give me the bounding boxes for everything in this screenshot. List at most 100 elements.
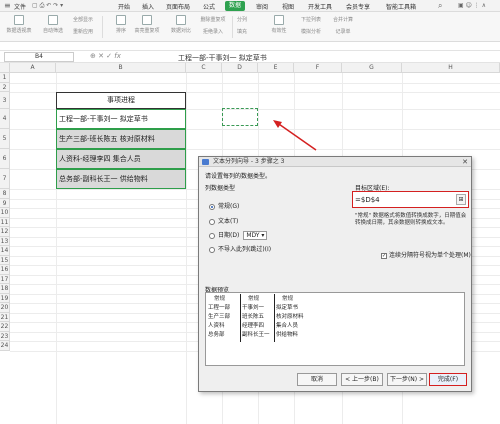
menu-icon[interactable]: ≡ (4, 1, 11, 10)
finish-button[interactable]: 完成(F) (429, 373, 467, 386)
column-type-group-label: 列数据类型 (205, 185, 236, 192)
column-header-e[interactable]: E (258, 63, 294, 73)
dropdown-list-button[interactable]: 下拉列表 (294, 14, 328, 23)
formula-content[interactable]: 工程一部-干事刘一 拟定草书 (178, 53, 267, 63)
row-header[interactable]: 13 (0, 236, 10, 246)
radio-skip-column[interactable]: 不导入此列(跳过)(I) (209, 244, 271, 253)
row-header[interactable]: 14 (0, 246, 10, 256)
row-header[interactable]: 22 (0, 322, 10, 332)
wizard-icon (202, 159, 209, 165)
fx-icon[interactable]: ⊕ ✕ ✓ fx (90, 52, 121, 60)
column-header-g[interactable]: G (342, 63, 402, 73)
radio-general[interactable]: 常规(G) (209, 201, 239, 210)
remove-duplicates-button[interactable]: 删除重复项 (196, 14, 230, 23)
row-header[interactable]: 7 (0, 169, 10, 189)
menu-smart-tools[interactable]: 智能工具箱 (386, 2, 416, 11)
next-button[interactable]: 下一步(N) > (387, 373, 427, 386)
menu-developer[interactable]: 开发工具 (308, 2, 332, 11)
file-menu[interactable]: 文件 (14, 2, 26, 11)
column-header-a[interactable]: A (10, 63, 56, 73)
row-header[interactable]: 5 (0, 129, 10, 149)
back-button[interactable]: < 上一步(B) (341, 373, 383, 386)
target-cell-d4[interactable] (222, 108, 258, 126)
row-header[interactable]: 8 (0, 189, 10, 199)
search-icon[interactable]: ⌕ (438, 1, 442, 11)
row-header[interactable]: 9 (0, 198, 10, 208)
column-header-h[interactable]: H (402, 63, 500, 73)
row-header[interactable]: 17 (0, 274, 10, 284)
highlight-duplicates-button[interactable]: 高亮重复项 (130, 15, 164, 34)
consolidate-button[interactable]: 合并计算 (326, 14, 360, 23)
window-controls-icon[interactable]: ▣ ☺ ⋮ ∧ (458, 2, 486, 9)
menu-view[interactable]: 视图 (282, 2, 294, 11)
data-cell-b4[interactable]: 工程一部-干事刘一 拟定草书 (56, 109, 186, 129)
row-header[interactable]: 16 (0, 265, 10, 275)
preview-header-1: 常规 (214, 296, 226, 302)
data-cell-b7[interactable]: 总务部-副科长王一 供给物料 (56, 169, 186, 189)
menu-data[interactable]: 数据 (225, 1, 246, 11)
preview-cell: 班长陈五 (242, 314, 265, 320)
radio-dot-icon[interactable] (209, 232, 215, 239)
what-if-button[interactable]: 模拟分析 (294, 26, 328, 35)
range-picker-icon[interactable]: ⊞ (456, 194, 466, 205)
row-header[interactable]: 20 (0, 303, 10, 313)
row-header[interactable]: 2 (0, 82, 10, 92)
target-area-input[interactable] (355, 194, 451, 205)
row-header[interactable]: 15 (0, 255, 10, 265)
consecutive-delimiter-checkbox[interactable]: ✓ 连续分隔符号视为单个处理(M) (381, 250, 471, 259)
row-header[interactable]: 10 (0, 208, 10, 218)
pivot-table-button[interactable]: 数据透视表 (2, 15, 36, 34)
preview-cell: 工程一部 (208, 305, 231, 311)
row-header[interactable]: 19 (0, 293, 10, 303)
auto-filter-button[interactable]: 自动筛选 (36, 15, 70, 34)
fill-button[interactable]: 填充 (228, 26, 256, 35)
menu-home[interactable]: 开始 (118, 2, 130, 11)
close-icon[interactable]: ✕ (462, 157, 468, 167)
menu-bar: ≡ 文件 ▢ ⎙ ↶ ↷ ▾ 开始 插入 页面布局 公式 数据 审阅 视图 开发… (0, 0, 500, 12)
menu-formula[interactable]: 公式 (203, 2, 215, 11)
radio-text[interactable]: 文本(T) (209, 216, 238, 225)
row-header[interactable]: 21 (0, 312, 10, 322)
formula-bar: B4 ⊕ ✕ ✓ fx 工程一部-干事刘一 拟定草书 (0, 50, 500, 63)
checkmark-icon[interactable]: ✓ (381, 252, 387, 259)
record-form-button[interactable]: 记录单 (326, 26, 360, 35)
data-compare-button[interactable]: 数据对比 (164, 15, 198, 34)
data-cell-b5[interactable]: 生产三部-班长陈五 核对原材料 (56, 129, 186, 149)
cancel-button[interactable]: 取消 (297, 373, 337, 386)
row-header[interactable]: 3 (0, 92, 10, 109)
row-header[interactable]: 12 (0, 227, 10, 237)
preview-cell: 生产三部 (208, 314, 231, 320)
row-header[interactable]: 6 (0, 149, 10, 169)
menu-page-layout[interactable]: 页面布局 (166, 2, 190, 11)
row-header[interactable]: 11 (0, 217, 10, 227)
data-cell-b6[interactable]: 人资科-经理李四 集合人员 (56, 149, 186, 169)
row-header[interactable]: 18 (0, 284, 10, 294)
name-box[interactable]: B4 (4, 52, 74, 62)
reapply-button[interactable]: 重新应用 (66, 26, 100, 35)
radio-dot-icon[interactable] (209, 218, 215, 225)
column-header-f[interactable]: F (294, 63, 342, 73)
menu-insert[interactable]: 插入 (142, 2, 154, 11)
validation-button[interactable]: 有效性 (262, 15, 296, 34)
row-header[interactable]: 23 (0, 331, 10, 341)
title-cell[interactable]: 事项进程 (56, 92, 186, 109)
quick-access-icons[interactable]: ▢ ⎙ ↶ ↷ ▾ (32, 2, 63, 10)
menu-member[interactable]: 会员专享 (346, 2, 370, 11)
column-header-d[interactable]: D (222, 63, 258, 73)
date-format-select[interactable]: MDY ▾ (243, 231, 268, 240)
show-all-button[interactable]: 全部显示 (66, 14, 100, 23)
radio-date[interactable]: 日期(D) MDY ▾ (209, 230, 268, 240)
data-preview-box[interactable]: 常规 常规 常规 工程一部 干事刘一 拟定草书 生产三部 班长陈五 核对原材料 … (205, 292, 465, 366)
select-all-corner[interactable] (0, 63, 10, 73)
row-header[interactable]: 1 (0, 73, 10, 83)
text-to-columns-button[interactable]: 分列 (228, 14, 256, 23)
column-header-b[interactable]: B (56, 63, 186, 73)
reject-entry-button[interactable]: 拒绝录入 (196, 26, 230, 35)
row-header[interactable]: 24 (0, 341, 10, 351)
menu-review[interactable]: 审阅 (256, 2, 268, 11)
row-header[interactable]: 4 (0, 109, 10, 129)
preview-cell: 副科长王一 (242, 332, 270, 338)
radio-dot-icon[interactable] (209, 246, 215, 253)
radio-dot-icon[interactable] (209, 203, 215, 210)
column-header-c[interactable]: C (186, 63, 222, 73)
